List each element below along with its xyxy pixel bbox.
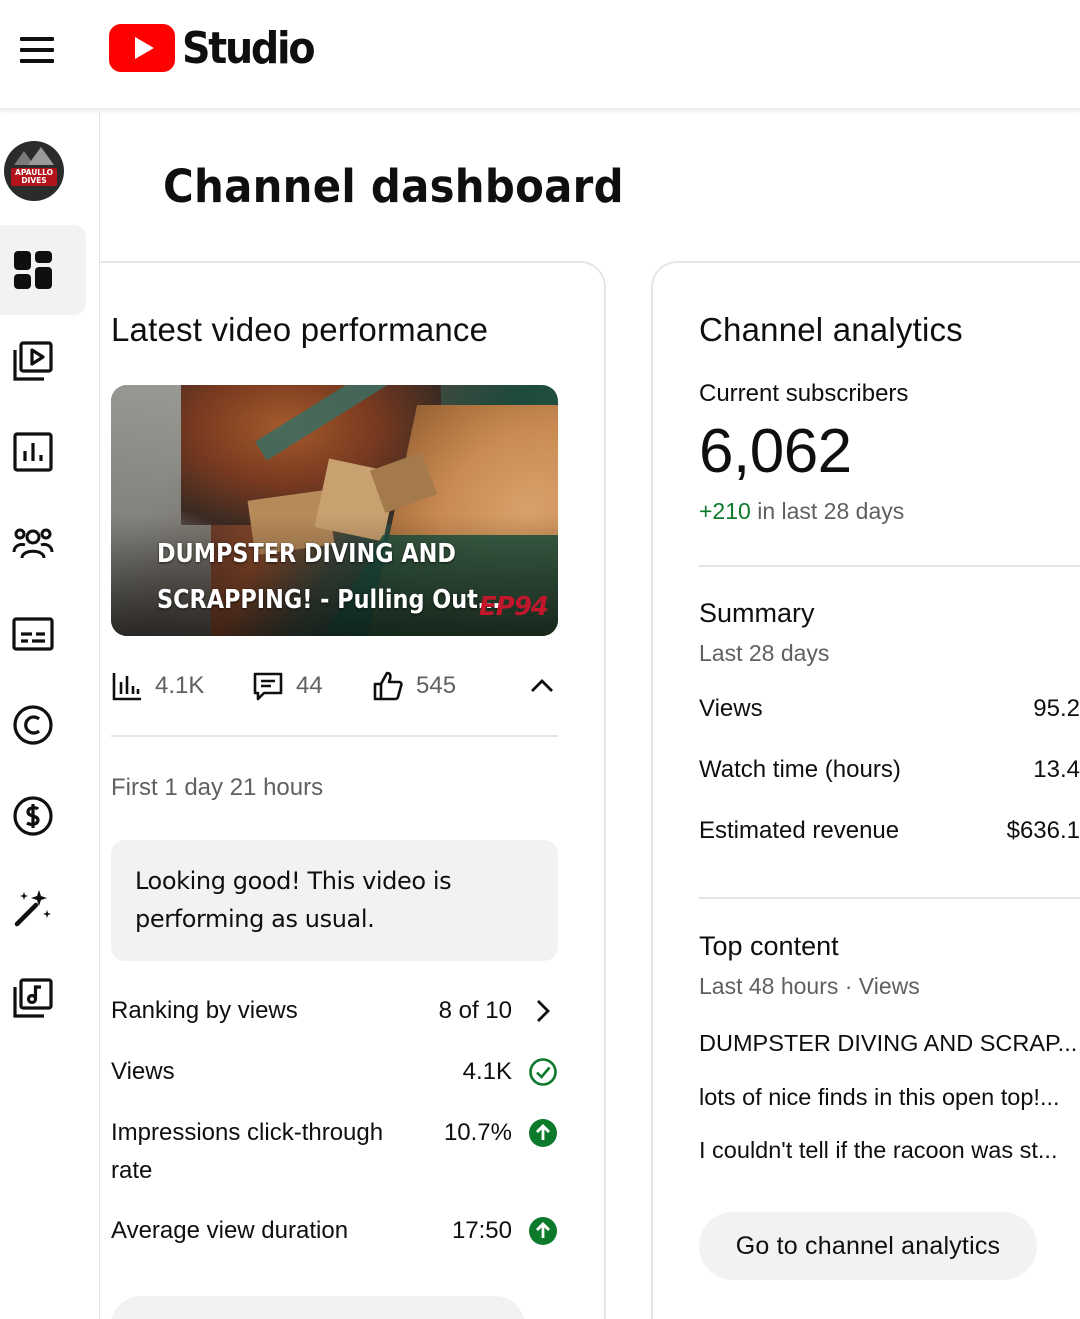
comment-icon [253,672,283,701]
metric-views-row: Views 4.1K [111,1053,558,1091]
metric-label: Views [111,1058,175,1085]
summary-row-watch-time: Watch time (hours) 13.4 [699,756,1080,784]
go-to-channel-analytics-button[interactable]: Go to channel analytics [699,1212,1037,1280]
summary-label: Estimated revenue [699,817,900,844]
subscribers-count: 6,062 [699,417,852,486]
period-label: First 1 day 21 hours [111,774,324,801]
chevron-up-icon[interactable] [526,670,558,702]
summary-value: 95.2 [1033,695,1080,722]
subtitles-icon [12,617,54,651]
views-count: 4.1K [155,672,205,699]
earn-icon [13,796,53,836]
likes-stat: 545 [372,664,456,708]
sidebar-item-dashboard[interactable] [0,225,86,315]
avatar-label: APAULLO DIVES [11,168,57,186]
top-content-item[interactable]: DUMPSTER DIVING AND SCRAP... [699,1030,1080,1057]
bar-chart-icon [112,673,141,701]
divider [111,735,558,737]
community-icon [12,528,54,559]
analytics-icon [13,432,53,472]
sidebar-item-analytics[interactable] [0,407,86,497]
performance-notice: Looking good! This video is performing a… [111,840,558,961]
youtube-play-logo [109,24,175,72]
divider [699,897,1080,899]
sidebar: APAULLO DIVES [0,112,100,1319]
video-stats-row: 4.1K 44 545 [111,664,558,708]
metric-value: 4.1K [462,1058,512,1085]
thumbnail-title: DUMPSTER DIVING AND SCRAPPING! - Pulling… [157,531,501,623]
sidebar-item-customization[interactable] [0,862,86,952]
summary-title: Summary [699,598,815,628]
subscribers-change-value: +210 [699,498,751,524]
partial-action-button[interactable] [111,1296,525,1319]
comments-count: 44 [296,672,323,699]
top-content-period: Last 48 hours · Views [699,973,920,999]
thumbs-up-icon [373,671,403,701]
top-app-bar: Studio [0,0,1080,110]
summary-row-revenue: Estimated revenue $636.1 [699,817,1080,845]
summary-value: $636.1 [1006,817,1080,844]
comments-stat: 44 [252,664,323,708]
subscribers-label: Current subscribers [699,380,909,407]
arrow-up-circle-icon [529,1119,557,1147]
top-content-item[interactable]: lots of nice finds in this open top!... [699,1084,1080,1111]
hamburger-menu-icon[interactable] [20,36,54,64]
top-content-item[interactable]: I couldn't tell if the racoon was st... [699,1137,1080,1164]
customization-icon [14,890,51,927]
divider [699,565,1080,567]
arrow-up-circle-icon [529,1217,557,1245]
views-stat: 4.1K [111,664,204,708]
thumbnail-title-line2: SCRAPPING! - Pulling Out... [157,585,501,615]
sidebar-item-content[interactable] [0,316,86,406]
page-title: Channel dashboard [163,160,624,213]
top-content-title: Top content [699,931,839,961]
summary-label: Watch time (hours) [699,756,901,783]
sidebar-item-subtitles[interactable] [0,589,86,679]
metric-value: 8 of 10 [438,997,512,1024]
likes-count: 545 [416,672,457,699]
summary-label: Views [699,695,763,722]
video-thumbnail[interactable]: DUMPSTER DIVING AND SCRAPPING! - Pulling… [111,385,558,636]
copyright-icon [13,705,53,745]
thumbnail-title-line1: DUMPSTER DIVING AND [157,539,456,569]
metric-value: 17:50 [451,1217,512,1244]
summary-value: 13.4 [1033,756,1080,783]
subscribers-change: +210 in last 28 days [699,498,904,525]
sidebar-item-audio-library[interactable] [0,953,86,1043]
metric-label: Average view duration [111,1217,349,1244]
latest-video-title: Latest video performance [111,311,489,348]
content-icon [13,341,53,381]
summary-row-views: Views 95.2 [699,695,1080,723]
metric-ctr-row: Impressions click-through rate 10.7% [111,1114,558,1190]
youtube-studio-logo[interactable]: Studio [109,22,328,74]
channel-avatar[interactable]: APAULLO DIVES [4,141,64,201]
audio-library-icon [13,978,53,1018]
check-circle-icon [529,1058,557,1086]
episode-badge: EP94 [479,592,549,622]
channel-analytics-title: Channel analytics [699,311,963,348]
metric-avd-row: Average view duration 17:50 [111,1212,558,1250]
metric-label: Ranking by views [111,997,298,1024]
summary-period: Last 28 days [699,640,830,666]
sidebar-item-earn[interactable] [0,771,86,861]
sidebar-item-copyright[interactable] [0,680,86,770]
chevron-right-icon[interactable] [528,996,558,1026]
subscribers-change-suffix: in last 28 days [750,498,905,524]
app-name: Studio [182,22,316,74]
dashboard-icon [14,251,52,289]
metric-label: Impressions click-through rate [111,1119,384,1184]
sidebar-item-community[interactable] [0,498,86,588]
metric-ranking-row[interactable]: Ranking by views 8 of 10 [111,992,558,1030]
metric-value: 10.7% [443,1119,512,1146]
